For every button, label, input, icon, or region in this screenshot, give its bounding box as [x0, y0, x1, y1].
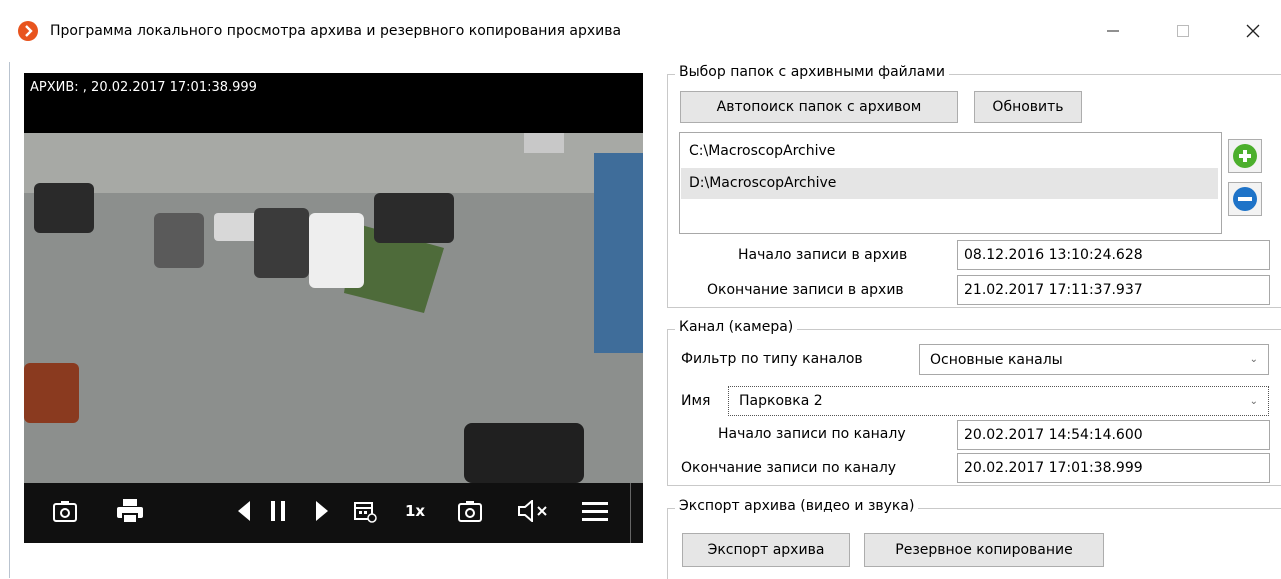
window-title: Программа локального просмотра архива и …: [50, 23, 622, 39]
autosearch-button[interactable]: Автопоиск папок с архивом: [680, 91, 958, 123]
folders-legend: Выбор папок с архивными файлами: [675, 64, 949, 80]
export-legend: Экспорт архива (видео и звука): [675, 498, 919, 514]
close-button[interactable]: [1230, 14, 1276, 48]
channel-end-label: Окончание записи по каналу: [681, 460, 897, 476]
minimize-button[interactable]: [1090, 14, 1136, 48]
step-back-icon: [238, 501, 250, 521]
remove-folder-button[interactable]: [1228, 182, 1262, 216]
calendar-icon: [354, 502, 377, 523]
plus-icon: [1233, 144, 1257, 168]
folder-list-item[interactable]: D:\MacroscopArchive: [689, 175, 836, 191]
minimize-icon: [1107, 30, 1119, 32]
maximize-button[interactable]: [1160, 14, 1206, 48]
archive-start-field[interactable]: 08.12.2016 13:10:24.628: [957, 240, 1270, 270]
print-button[interactable]: [113, 496, 147, 526]
add-folder-button[interactable]: [1228, 139, 1262, 173]
camera-frame: [24, 133, 643, 483]
snapshot-icon: [53, 501, 77, 522]
minus-icon: [1233, 187, 1257, 211]
channel-name-label: Имя: [681, 393, 711, 409]
step-forward-icon: [316, 501, 328, 521]
pause-button[interactable]: [263, 496, 293, 526]
chevron-down-icon: ⌄: [1249, 354, 1258, 365]
channel-filter-label: Фильтр по типу каналов: [681, 351, 863, 367]
step-back-button[interactable]: [232, 496, 256, 526]
channel-filter-value: Основные каналы: [930, 351, 1063, 368]
backup-button[interactable]: Резервное копирование: [864, 533, 1104, 567]
channel-filter-select[interactable]: Основные каналы ⌄: [919, 344, 1269, 375]
video-overlay-text: АРХИВ: , 20.02.2017 17:01:38.999: [30, 80, 257, 95]
maximize-icon: [1177, 25, 1189, 37]
mute-button[interactable]: [515, 496, 551, 526]
channel-name-value: Парковка 2: [739, 393, 823, 409]
archive-end-field[interactable]: 21.02.2017 17:11:37.937: [957, 275, 1270, 305]
snapshot-button[interactable]: [50, 496, 80, 526]
snapshot-button-2[interactable]: [455, 496, 485, 526]
speed-indicator[interactable]: 1x: [400, 496, 430, 526]
menu-icon: [582, 502, 608, 521]
refresh-button[interactable]: Обновить: [974, 91, 1082, 123]
step-forward-button[interactable]: [310, 496, 334, 526]
archive-end-label: Окончание записи в архив: [707, 282, 904, 298]
window-border: [9, 62, 10, 578]
pause-icon: [271, 501, 285, 521]
mute-icon: [518, 500, 547, 522]
channel-name-select[interactable]: Парковка 2 ⌄: [728, 386, 1269, 416]
chevron-down-icon: ⌄: [1249, 395, 1258, 407]
app-icon: [18, 21, 38, 41]
folder-list-item[interactable]: C:\MacroscopArchive: [689, 143, 835, 159]
channel-legend: Канал (камера): [675, 319, 798, 335]
controls-divider: [630, 483, 631, 543]
print-icon: [117, 499, 143, 524]
channel-start-field[interactable]: 20.02.2017 14:54:14.600: [957, 420, 1270, 450]
close-icon: [1246, 24, 1260, 38]
channel-start-label: Начало записи по каналу: [718, 426, 906, 442]
channel-end-field[interactable]: 20.02.2017 17:01:38.999: [957, 453, 1270, 483]
video-viewer[interactable]: [24, 73, 643, 543]
snapshot-icon: [458, 501, 482, 522]
menu-button[interactable]: [578, 496, 612, 526]
export-button[interactable]: Экспорт архива: [682, 533, 850, 567]
calendar-button[interactable]: [350, 496, 380, 526]
archive-start-label: Начало записи в архив: [738, 247, 908, 263]
